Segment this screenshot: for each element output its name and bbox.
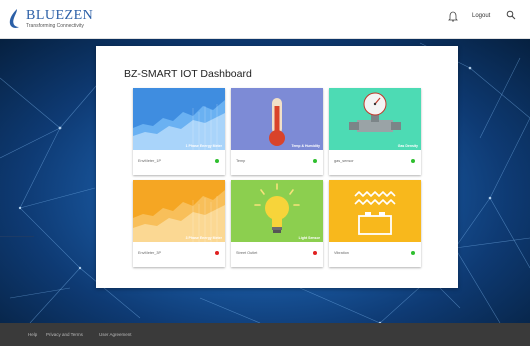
logo-drop-icon <box>9 9 19 28</box>
device-card-vibration[interactable]: Vibration <box>329 180 421 267</box>
device-card-gas-sensor[interactable]: Gas Density gas_sensor <box>329 88 421 175</box>
card-footer: Street Outlet <box>231 242 323 267</box>
card-footer: EnvMeter_3P <box>133 242 225 267</box>
vibration-icon <box>329 180 421 242</box>
device-name: Street Outlet <box>236 251 258 255</box>
device-name: EnvMeter_1P <box>138 159 162 163</box>
top-bar: BLUEZEN Transforming Connectivity Logout <box>0 0 530 39</box>
dashboard-panel: BZ-SMART IOT Dashboard 1 Phase Energy Me… <box>96 46 458 288</box>
card-caption: Temp & Humidity <box>291 144 320 148</box>
card-footer: Temp <box>231 150 323 175</box>
search-icon[interactable] <box>506 10 516 20</box>
card-image: 3 Phase Energy Meter <box>133 180 225 242</box>
card-caption: 1 Phase Energy Meter <box>185 144 222 148</box>
card-image: Light Sensor <box>231 180 323 242</box>
footer-link-help[interactable]: Help <box>28 332 37 337</box>
status-indicator <box>313 159 317 163</box>
card-caption: Gas Density <box>397 144 418 148</box>
page-title: BZ-SMART IOT Dashboard <box>124 68 252 80</box>
device-name: Vibration <box>334 251 349 255</box>
bell-icon[interactable] <box>448 11 458 23</box>
status-indicator <box>313 251 317 255</box>
status-indicator <box>411 159 415 163</box>
chart-graphic-icon <box>133 180 225 242</box>
bluezen-logo[interactable]: BLUEZEN Transforming Connectivity <box>8 5 93 33</box>
logout-link[interactable]: Logout <box>472 13 490 19</box>
device-card-street-outlet[interactable]: Light Sensor Street Outlet <box>231 180 323 267</box>
logo-tagline: Transforming Connectivity <box>26 22 84 29</box>
card-footer: gas_sensor <box>329 150 421 175</box>
card-image: Temp & Humidity <box>231 88 323 150</box>
thermometer-icon <box>231 88 323 150</box>
device-name: gas_sensor <box>334 159 354 163</box>
device-card-temp[interactable]: Temp & Humidity Temp <box>231 88 323 175</box>
chart-graphic-icon <box>133 88 225 150</box>
footer-link-privacy[interactable]: Privacy and Terms <box>46 332 83 337</box>
card-caption: 3 Phase Energy Meter <box>185 236 222 240</box>
card-footer: Vibration <box>329 242 421 267</box>
light-bulb-icon <box>231 180 323 242</box>
card-caption: Light Sensor <box>298 236 320 240</box>
device-name: EnvMeter_3P <box>138 251 162 255</box>
status-indicator <box>215 251 219 255</box>
device-card-energy-meter-1p[interactable]: 1 Phase Energy Meter EnvMeter_1P <box>133 88 225 175</box>
card-image: Gas Density <box>329 88 421 150</box>
left-divider-line <box>0 236 34 237</box>
card-footer: EnvMeter_1P <box>133 150 225 175</box>
device-card-energy-meter-3p[interactable]: 3 Phase Energy Meter EnvMeter_3P <box>133 180 225 267</box>
footer: Help Privacy and Terms User Agreement <box>0 323 530 346</box>
gas-gauge-icon <box>329 88 421 150</box>
card-image: 1 Phase Energy Meter <box>133 88 225 150</box>
status-indicator <box>411 251 415 255</box>
status-indicator <box>215 159 219 163</box>
footer-link-user-agreement[interactable]: User Agreement <box>99 332 132 337</box>
card-image <box>329 180 421 242</box>
device-name: Temp <box>236 159 246 163</box>
logo-name: BLUEZEN <box>26 7 94 23</box>
